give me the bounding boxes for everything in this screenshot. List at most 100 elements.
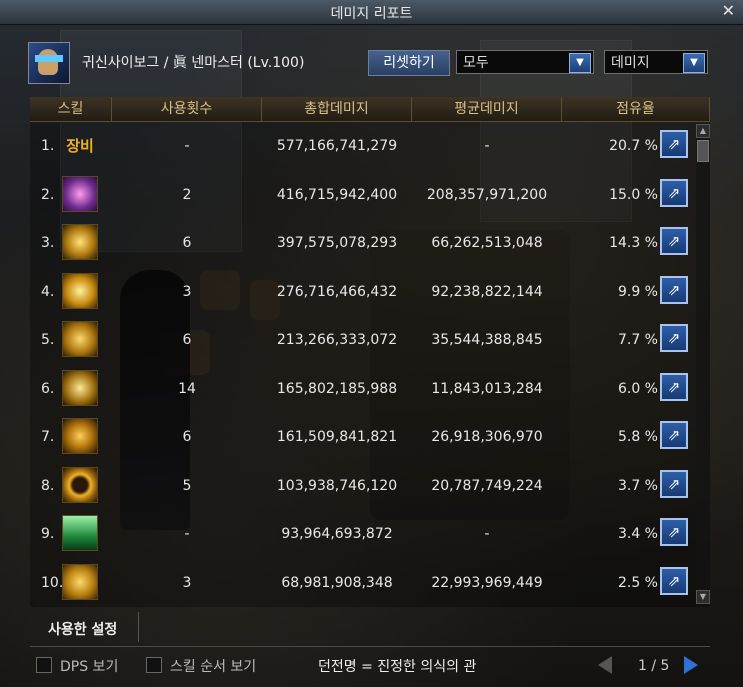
row-total-damage: 577,166,741,279 <box>276 138 398 154</box>
chevron-down-icon[interactable]: ▼ <box>569 53 591 73</box>
sun-ring-skill-icon <box>62 466 98 503</box>
table-scrollbar[interactable]: ▲ ▼ <box>696 124 710 604</box>
row-total-damage: 276,716,466,432 <box>276 283 398 300</box>
light-pillar-skill-icon <box>62 272 98 309</box>
share-export-icon[interactable]: ⇗ <box>660 178 688 207</box>
row-average-damage: 92,238,822,144 <box>431 283 543 300</box>
share-export-icon[interactable]: ⇗ <box>660 421 688 449</box>
row-use-count: - <box>184 138 190 154</box>
row-average-damage: - <box>484 138 490 154</box>
row-total-damage: 165,802,185,988 <box>276 380 398 397</box>
row-use-count: 2 <box>182 186 192 203</box>
nen-orb-skill-icon <box>62 369 98 406</box>
row-rank: 4. <box>41 283 55 300</box>
table-row: 8. 5 103,938,746,120 20,787,749,224 3.7 % ⇗ <box>30 461 695 509</box>
row-average-damage: 26,918,306,970 <box>431 429 543 445</box>
header-skill[interactable]: 스킬 <box>30 97 112 121</box>
used-settings-tab[interactable]: 사용한 설정 <box>38 612 139 642</box>
share-export-icon[interactable]: ⇗ <box>660 130 688 158</box>
row-total-damage: 161,509,841,821 <box>276 429 398 445</box>
table-row: 5. 6 213,266,333,072 35,544,388,845 7.7 % ⇗ <box>30 315 695 363</box>
sort-dropdown-value: 데미지 <box>611 55 650 71</box>
row-use-count: - <box>184 526 190 542</box>
row-share: 15.0 % <box>609 186 658 203</box>
row-average-damage: 66,262,513,048 <box>431 235 543 251</box>
footer-divider <box>30 646 710 647</box>
share-export-icon[interactable]: ⇗ <box>660 518 688 546</box>
sort-dropdown[interactable]: 데미지 ▼ <box>604 50 708 74</box>
orbit-skill-icon <box>62 418 98 454</box>
character-avatar <box>28 42 70 84</box>
dps-label: DPS 보기 <box>60 659 119 675</box>
lion-head-skill-icon <box>62 563 98 600</box>
share-export-icon[interactable]: ⇗ <box>660 469 688 498</box>
share-export-icon[interactable]: ⇗ <box>660 227 688 255</box>
row-average-damage: 11,843,013,284 <box>431 380 543 397</box>
title-bar[interactable]: 데미지 리포트 ✕ <box>0 0 743 25</box>
row-use-count: 14 <box>178 380 196 397</box>
chevron-down-icon[interactable]: ▼ <box>683 53 705 73</box>
scroll-down-icon[interactable]: ▼ <box>696 590 710 604</box>
header-total-damage[interactable]: 총합데미지 <box>262 97 412 121</box>
table-row: 3. 6 397,575,078,293 66,262,513,048 14.3 % ⇗ <box>30 218 695 266</box>
row-rank: 3. <box>41 235 55 251</box>
header-use-count[interactable]: 사용횟수 <box>112 97 262 121</box>
row-total-damage: 103,938,746,120 <box>276 477 398 494</box>
table-header: 스킬 사용횟수 총합데미지 평균데미지 점유율 <box>30 97 710 122</box>
row-rank: 9. <box>41 526 55 542</box>
close-icon[interactable]: ✕ <box>722 3 735 19</box>
row-rank: 1. <box>41 138 55 154</box>
row-average-damage: 208,357,971,200 <box>426 186 548 203</box>
share-export-icon[interactable]: ⇗ <box>660 566 688 595</box>
skill-order-checkbox[interactable] <box>146 657 162 673</box>
row-share: 7.7 % <box>617 332 658 348</box>
spinning-blast-skill-icon <box>62 224 98 260</box>
row-total-damage: 93,964,693,872 <box>281 526 393 542</box>
row-average-damage: - <box>484 526 490 542</box>
row-total-damage: 68,981,908,348 <box>281 574 393 591</box>
equipment-label: 장비 <box>66 136 94 155</box>
row-share: 9.9 % <box>617 283 658 300</box>
row-rank: 7. <box>41 429 55 445</box>
dragon-claw-skill-icon <box>62 321 98 357</box>
prev-page-icon[interactable] <box>598 656 612 674</box>
share-export-icon[interactable]: ⇗ <box>660 372 688 401</box>
character-header: 귀신사이보그 / 眞 넨마스터 (Lv.100) 리셋하기 모두 ▼ 데미지 ▼ <box>28 38 718 84</box>
row-total-damage: 397,575,078,293 <box>276 235 398 251</box>
equipment-text-icon: 장비 <box>62 127 98 163</box>
row-rank: 10. <box>41 574 64 591</box>
share-export-icon[interactable]: ⇗ <box>660 324 688 352</box>
character-name: 귀신사이보그 / 眞 넨마스터 (Lv.100) <box>82 55 305 71</box>
table-row: 4. 3 276,716,466,432 92,238,822,144 9.9 % ⇗ <box>30 267 695 315</box>
share-export-icon[interactable]: ⇗ <box>660 275 688 304</box>
row-share: 20.7 % <box>609 138 658 154</box>
row-average-damage: 22,993,969,449 <box>431 574 543 591</box>
header-share[interactable]: 점유율 <box>562 97 710 121</box>
filter-dropdown-value: 모두 <box>463 55 489 71</box>
row-use-count: 6 <box>182 235 192 251</box>
scroll-thumb[interactable] <box>697 140 709 162</box>
dungeon-name-text: 던전명 = 진정한 의식의 관 <box>318 659 477 675</box>
row-use-count: 6 <box>182 332 192 348</box>
row-use-count: 5 <box>182 477 192 494</box>
table-row: 6. 14 165,802,185,988 11,843,013,284 6.0 % ⇗ <box>30 364 695 412</box>
row-share: 14.3 % <box>609 235 658 251</box>
purple-aura-skill-icon <box>62 175 98 212</box>
table-row: 7. 6 161,509,841,821 26,918,306,970 5.8 % ⇗ <box>30 412 695 460</box>
next-page-icon[interactable] <box>684 656 698 674</box>
window-title: 데미지 리포트 <box>330 6 413 22</box>
row-use-count: 3 <box>182 283 192 300</box>
table-row: 2. 2 416,715,942,400 208,357,971,200 15.0 % ⇗ <box>30 170 695 218</box>
header-average-damage[interactable]: 평균데미지 <box>412 97 562 121</box>
scroll-up-icon[interactable]: ▲ <box>696 124 710 138</box>
skill-order-label: 스킬 순서 보기 <box>170 659 257 675</box>
reset-button[interactable]: 리셋하기 <box>368 50 450 76</box>
footer-bar: DPS 보기 스킬 순서 보기 던전명 = 진정한 의식의 관 1 / 5 <box>0 652 743 687</box>
row-share: 3.7 % <box>617 477 658 494</box>
row-rank: 5. <box>41 332 55 348</box>
damage-table: 스킬 사용횟수 총합데미지 평균데미지 점유율 1. 장비 - 577,166,741… <box>30 97 710 607</box>
dps-checkbox[interactable] <box>36 657 52 673</box>
row-average-damage: 35,544,388,845 <box>431 332 543 348</box>
row-rank: 2. <box>41 186 55 203</box>
filter-dropdown[interactable]: 모두 ▼ <box>456 50 594 74</box>
